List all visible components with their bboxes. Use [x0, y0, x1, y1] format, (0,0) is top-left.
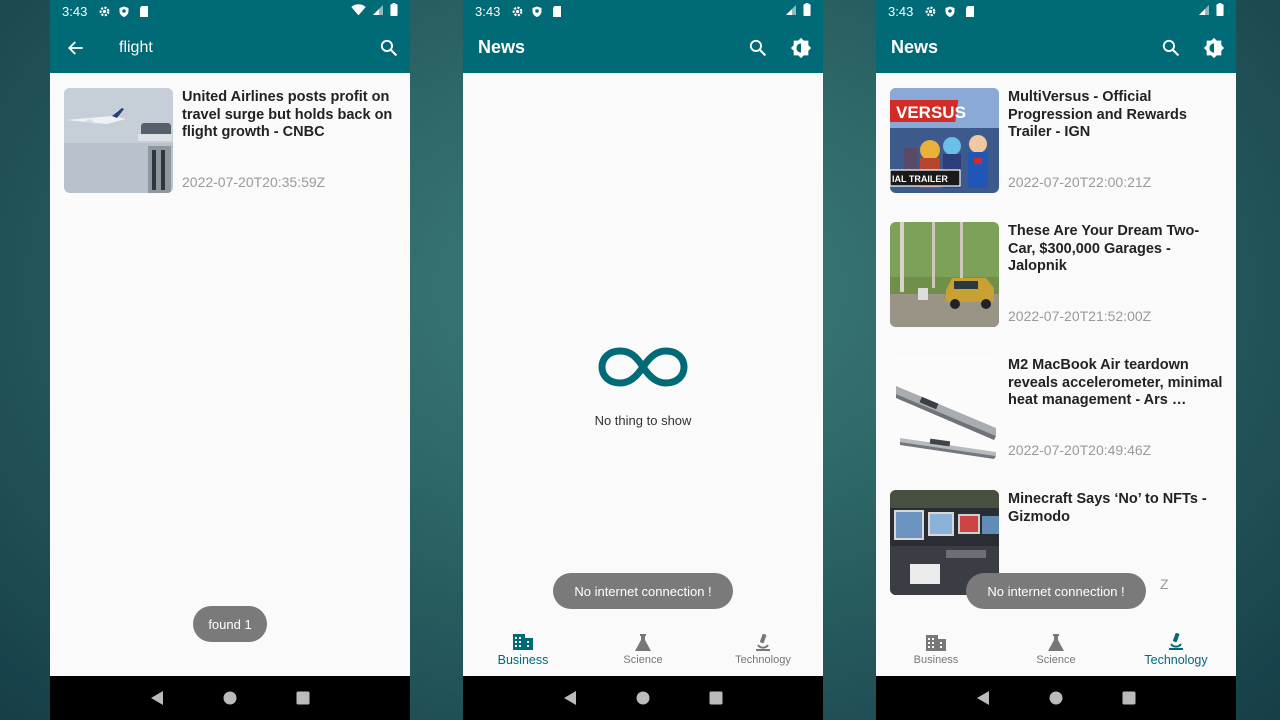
tab-technology[interactable]: Technology — [703, 624, 823, 676]
tab-science-label: Science — [1036, 654, 1076, 666]
article-date: 2022-07-20T20:35:59Z — [182, 174, 326, 190]
result-count-toast: found 1 — [193, 606, 267, 642]
back-arrow-icon[interactable] — [64, 36, 88, 60]
brightness-theme-icon[interactable] — [1202, 36, 1226, 60]
nav-recents-icon[interactable] — [1119, 688, 1139, 708]
tab-business-label: Business — [913, 654, 959, 666]
game-trailer-thumbnail: VERSUS IAL TRAILER — [890, 88, 999, 193]
infinity-loader-icon — [597, 346, 689, 393]
app-title: News — [478, 37, 526, 57]
car-garage-thumbnail — [890, 222, 999, 327]
article-headline: M2 MacBook Air teardown reveals accelero… — [1008, 357, 1223, 408]
status-time: 3:43 — [62, 3, 88, 19]
article-headline: MultiVersus - Official Progression and R… — [1008, 89, 1187, 140]
article-date: Z — [1160, 576, 1169, 592]
nav-recents-icon[interactable] — [706, 688, 726, 708]
tab-science[interactable]: Science — [583, 624, 703, 676]
tab-science-label: Science — [623, 654, 663, 666]
article-date: 2022-07-20T22:00:21Z — [1008, 174, 1152, 190]
shield-status-icon — [530, 4, 544, 18]
tab-science[interactable]: Science — [996, 624, 1116, 676]
wifi-status-icon — [351, 3, 366, 19]
article-headline: Minecraft Says ‘No’ to NFTs - Gizmodo — [1008, 491, 1207, 525]
nav-home-icon[interactable] — [633, 688, 653, 708]
tab-technology-label: Technology — [1144, 653, 1208, 667]
article-card[interactable]: M2 MacBook Air teardown reveals accelero… — [890, 356, 1224, 462]
article-headline: These Are Your Dream Two-Car, $300,000 G… — [1008, 223, 1200, 274]
tab-business[interactable]: Business — [463, 624, 583, 676]
phone-empty-screen: 3:43 News No thing to show No internet c… — [463, 0, 823, 720]
status-bar: 3:43 — [876, 0, 1236, 22]
no-internet-toast: No internet connection ! — [553, 573, 733, 609]
battery-status-icon — [390, 3, 398, 19]
flask-icon — [635, 634, 651, 651]
tab-business-label: Business — [497, 653, 549, 667]
microscope-icon — [1169, 633, 1183, 650]
article-date: 2022-07-20T21:52:00Z — [1008, 308, 1152, 324]
status-bar: 3:43 — [463, 0, 823, 22]
nav-back-icon[interactable] — [147, 688, 167, 708]
settings-status-icon — [923, 4, 937, 18]
article-card[interactable]: These Are Your Dream Two-Car, $300,000 G… — [890, 222, 1224, 328]
search-result-card[interactable]: United Airlines posts profit on travel s… — [64, 88, 398, 194]
tab-business[interactable]: Business — [876, 624, 996, 676]
nav-back-icon[interactable] — [560, 688, 580, 708]
signal-status-icon — [372, 4, 384, 19]
signal-status-icon — [785, 4, 797, 19]
flask-icon — [1048, 634, 1064, 651]
bottom-navigation: Business Science Technology — [463, 624, 823, 676]
thumb-caption-text: IAL TRAILER — [892, 174, 948, 184]
sd-card-status-icon — [963, 4, 977, 18]
brightness-theme-icon[interactable] — [789, 36, 813, 60]
search-icon[interactable] — [1158, 36, 1182, 60]
sd-card-status-icon — [550, 4, 564, 18]
article-headline: United Airlines posts profit on travel s… — [182, 89, 393, 140]
search-icon[interactable] — [745, 36, 769, 60]
phone-search-screen: 3:43 flight United Airlines posts profit… — [50, 0, 410, 720]
nav-home-icon[interactable] — [1046, 688, 1066, 708]
search-query-input[interactable]: flight — [119, 39, 153, 57]
laptop-teardown-thumbnail — [890, 356, 999, 461]
settings-status-icon — [97, 4, 111, 18]
article-date: 2022-07-20T20:49:46Z — [1008, 442, 1152, 458]
system-nav-bar — [876, 676, 1236, 720]
nav-home-icon[interactable] — [220, 688, 240, 708]
status-time: 3:43 — [475, 3, 501, 19]
settings-status-icon — [510, 4, 524, 18]
sd-card-status-icon — [137, 4, 151, 18]
tab-technology[interactable]: Technology — [1116, 624, 1236, 676]
system-nav-bar — [463, 676, 823, 720]
thumb-logo-text: VERSUS — [896, 103, 966, 122]
tab-technology-label: Technology — [735, 654, 791, 666]
signal-status-icon — [1198, 4, 1210, 19]
news-app-bar: News — [876, 22, 1236, 73]
nav-back-icon[interactable] — [973, 688, 993, 708]
shield-status-icon — [117, 4, 131, 18]
empty-state-message: No thing to show — [594, 413, 692, 428]
nav-recents-icon[interactable] — [293, 688, 313, 708]
bottom-navigation: Business Science Technology — [876, 624, 1236, 676]
search-icon[interactable] — [376, 36, 400, 60]
battery-status-icon — [803, 3, 811, 19]
shield-status-icon — [943, 4, 957, 18]
building-icon — [926, 635, 946, 651]
microscope-icon — [756, 634, 770, 651]
airplane-thumbnail — [64, 88, 173, 193]
status-time: 3:43 — [888, 3, 914, 19]
phone-technology-screen: 3:43 News VERSUS IAL TRAILER MultiVersus… — [876, 0, 1236, 720]
search-app-bar: flight — [50, 22, 410, 73]
building-icon — [513, 634, 533, 650]
status-bar: 3:43 — [50, 0, 410, 22]
news-app-bar: News — [463, 22, 823, 73]
battery-status-icon — [1216, 3, 1224, 19]
article-card[interactable]: VERSUS IAL TRAILER MultiVersus - Officia… — [890, 88, 1224, 194]
no-internet-toast: No internet connection ! — [966, 573, 1146, 609]
system-nav-bar — [50, 676, 410, 720]
app-title: News — [891, 37, 939, 57]
